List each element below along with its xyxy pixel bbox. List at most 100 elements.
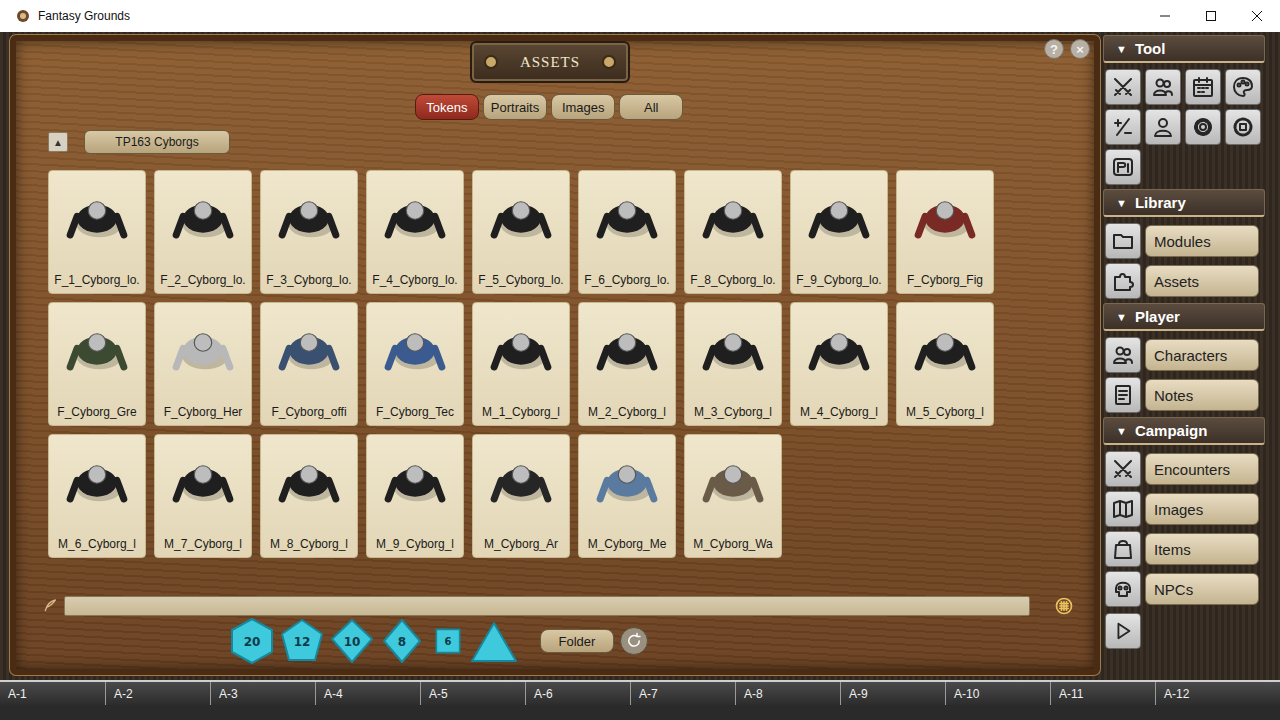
die-button[interactable]: 20 xyxy=(228,617,276,665)
token-card[interactable]: F_Cyborg_offi xyxy=(260,302,358,426)
close-button[interactable] xyxy=(1234,0,1280,32)
maximize-button[interactable] xyxy=(1188,0,1234,32)
corner-button[interactable]: ? xyxy=(1044,39,1064,59)
token-label: M_4_Cyborg_l xyxy=(800,405,878,419)
hotkey-slot[interactable]: A-11 xyxy=(1050,682,1155,705)
token-card[interactable]: F_Cyborg_Her xyxy=(154,302,252,426)
token-label: M_Cyborg_Ar xyxy=(484,537,558,551)
token-label: M_6_Cyborg_l xyxy=(58,537,136,551)
token-label: F_9_Cyborg_lo. xyxy=(796,273,881,287)
token-card[interactable]: M_1_Cyborg_l xyxy=(472,302,570,426)
dice-row: 20121086 Folder xyxy=(16,616,1094,666)
hotkey-slot[interactable]: A-2 xyxy=(105,682,210,705)
asset-tab[interactable]: Portraits xyxy=(483,94,547,120)
corner-button[interactable]: × xyxy=(1070,39,1090,59)
chat-input[interactable] xyxy=(64,596,1030,616)
sidebar-item[interactable]: Images xyxy=(1105,491,1265,527)
token-card[interactable]: F_Cyborg_Gre xyxy=(48,302,146,426)
asset-tab[interactable]: Tokens xyxy=(415,94,479,120)
sidebar-item[interactable]: Characters xyxy=(1105,337,1265,373)
tool-button[interactable] xyxy=(1185,69,1221,105)
token-card[interactable]: F_9_Cyborg_lo. xyxy=(790,170,888,294)
token-figure-icon xyxy=(62,311,132,381)
tool-button[interactable] xyxy=(1105,149,1141,185)
token-card[interactable]: M_4_Cyborg_l xyxy=(790,302,888,426)
tool-button[interactable] xyxy=(1145,69,1181,105)
token-card[interactable]: F_4_Cyborg_lo. xyxy=(366,170,464,294)
tool-button[interactable] xyxy=(1185,109,1221,145)
token-figure-icon xyxy=(592,179,662,249)
tool-button[interactable] xyxy=(1225,69,1261,105)
sidebar-item[interactable]: NPCs xyxy=(1105,571,1265,607)
section-toggle[interactable]: ▼ xyxy=(1116,197,1127,209)
sidebar-item[interactable]: Items xyxy=(1105,531,1265,567)
token-card[interactable]: M_6_Cyborg_l xyxy=(48,434,146,558)
sidebar-item[interactable]: Notes xyxy=(1105,377,1265,413)
hotkey-slot[interactable]: A-4 xyxy=(315,682,420,705)
hotkey-slot[interactable]: A-7 xyxy=(630,682,735,705)
token-card[interactable]: F_2_Cyborg_lo. xyxy=(154,170,252,294)
token-card[interactable]: F_Cyborg_Tec xyxy=(366,302,464,426)
tool-button[interactable] xyxy=(1145,109,1181,145)
hotkey-slot[interactable]: A-1 xyxy=(0,682,105,705)
section-header[interactable]: ▼Library xyxy=(1103,189,1265,217)
die-button[interactable]: 10 xyxy=(328,617,376,665)
die-button[interactable]: 6 xyxy=(428,617,468,665)
chat-grid-button[interactable] xyxy=(1054,596,1074,616)
folder-up-button[interactable]: ▲ xyxy=(48,132,68,152)
section-header[interactable]: ▼Player xyxy=(1103,303,1265,331)
folder-button[interactable]: Folder xyxy=(540,629,614,653)
minimize-button[interactable] xyxy=(1142,0,1188,32)
token-card[interactable]: F_1_Cyborg_lo. xyxy=(48,170,146,294)
section-toggle[interactable]: ▼ xyxy=(1116,43,1127,55)
hotkey-slot[interactable]: A-5 xyxy=(420,682,525,705)
die-button[interactable]: 8 xyxy=(378,617,426,665)
token-card[interactable]: F_3_Cyborg_lo. xyxy=(260,170,358,294)
token-card[interactable]: M_7_Cyborg_l xyxy=(154,434,252,558)
asset-tab[interactable]: Images xyxy=(551,94,615,120)
assets-window[interactable]: ? × ASSETS TokensPortraitsImagesAll ▲ TP163 C… xyxy=(10,35,1100,675)
token-card[interactable]: F_8_Cyborg_lo. xyxy=(684,170,782,294)
section-toggle[interactable]: ▼ xyxy=(1116,311,1127,323)
assets-title: ASSETS xyxy=(520,54,580,71)
token-card[interactable]: F_Cyborg_Fig xyxy=(896,170,994,294)
hotkey-slot[interactable]: A-12 xyxy=(1155,682,1260,705)
token-label: F_3_Cyborg_lo. xyxy=(266,273,351,287)
token-card[interactable]: M_Cyborg_Me xyxy=(578,434,676,558)
sidebar-item[interactable]: Assets xyxy=(1105,263,1265,299)
sidebar-section: ▼Library Modules Assets xyxy=(1103,189,1265,299)
token-card[interactable]: F_6_Cyborg_lo. xyxy=(578,170,676,294)
tool-button[interactable] xyxy=(1105,109,1141,145)
hotkey-slot[interactable]: A-9 xyxy=(840,682,945,705)
sidebar-item[interactable]: Modules xyxy=(1105,223,1265,259)
die-button[interactable] xyxy=(470,617,518,665)
token-card[interactable]: M_Cyborg_Wa xyxy=(684,434,782,558)
hotkey-slot[interactable]: A-3 xyxy=(210,682,315,705)
asset-tab[interactable]: All xyxy=(619,94,683,120)
hotkey-slot[interactable]: A-6 xyxy=(525,682,630,705)
token-card[interactable]: M_Cyborg_Ar xyxy=(472,434,570,558)
token-card[interactable]: M_8_Cyborg_l xyxy=(260,434,358,558)
play-button[interactable] xyxy=(1105,613,1141,649)
tool-button[interactable] xyxy=(1225,109,1261,145)
sidebar-item[interactable]: Encounters xyxy=(1105,451,1265,487)
folder-icon xyxy=(1111,229,1135,253)
sidebar-list: Modules Assets xyxy=(1103,223,1265,299)
hotkey-slot[interactable]: A-10 xyxy=(945,682,1050,705)
section-header[interactable]: ▼Campaign xyxy=(1103,417,1265,445)
section-header[interactable]: ▼Tool xyxy=(1103,35,1265,63)
bottom-strip xyxy=(0,705,1280,720)
hotkey-slot[interactable]: A-8 xyxy=(735,682,840,705)
token-card[interactable]: M_5_Cyborg_l xyxy=(896,302,994,426)
token-figure-icon xyxy=(62,179,132,249)
section-toggle[interactable]: ▼ xyxy=(1116,425,1127,437)
folder-label[interactable]: TP163 Cyborgs xyxy=(84,130,230,154)
sidebar: ▼Tool ▼Library Modules Assets ▼Player Charact… xyxy=(1103,35,1265,680)
token-card[interactable]: M_3_Cyborg_l xyxy=(684,302,782,426)
token-card[interactable]: M_2_Cyborg_l xyxy=(578,302,676,426)
tool-button[interactable] xyxy=(1105,69,1141,105)
token-card[interactable]: M_9_Cyborg_l xyxy=(366,434,464,558)
refresh-button[interactable] xyxy=(620,627,648,655)
token-card[interactable]: F_5_Cyborg_lo. xyxy=(472,170,570,294)
die-button[interactable]: 12 xyxy=(278,617,326,665)
